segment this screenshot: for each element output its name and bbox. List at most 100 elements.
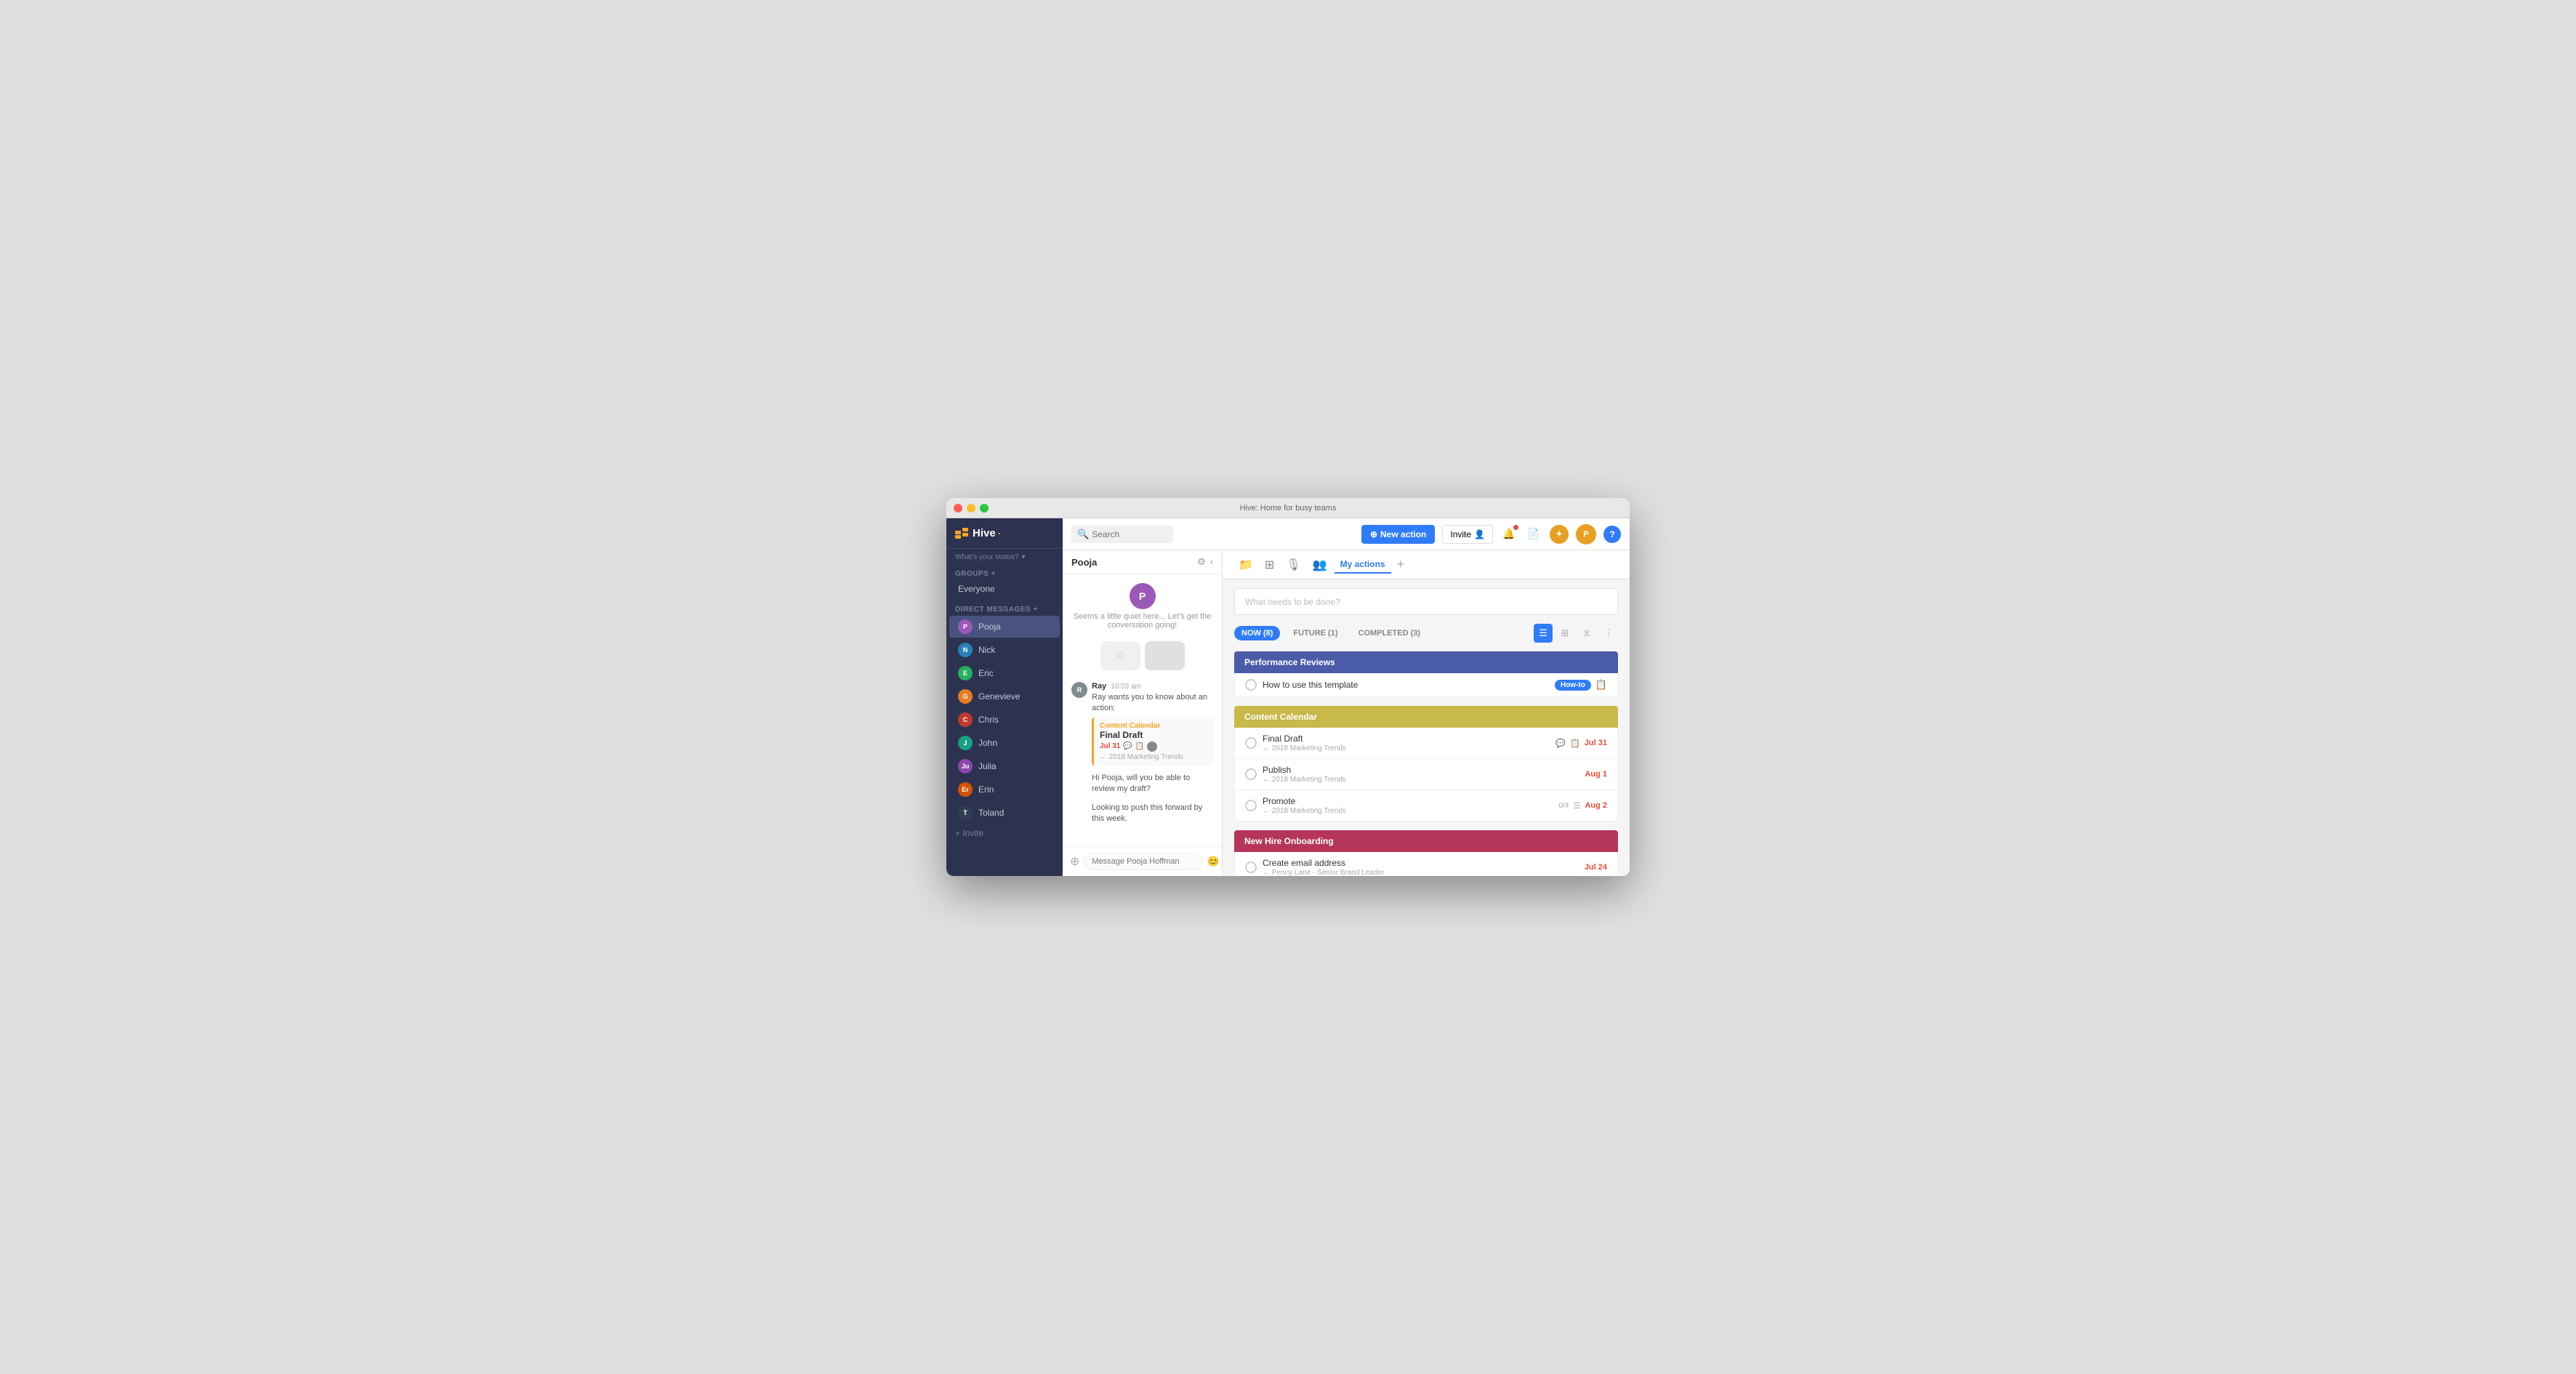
view-icons: ☰ ⊞ ⧖ ⋮ <box>1534 624 1618 643</box>
mic-tab-icon[interactable]: 🎙 <box>1281 555 1305 575</box>
chat-bubble-left: ☺ <box>1100 641 1140 670</box>
action-date-create-email-1: Jul 24 <box>1585 863 1607 872</box>
action-meta-how-to: How-to 📋 <box>1555 679 1607 691</box>
plus-icon[interactable]: ⊕ <box>1070 854 1079 869</box>
action-content-publish: Publish ← 2018 Marketing Trends <box>1263 765 1579 784</box>
project-header-content-calendar[interactable]: Content Calendar <box>1234 706 1618 728</box>
invite-button[interactable]: Invite 👤 <box>1442 525 1493 544</box>
search-input[interactable] <box>1092 529 1167 539</box>
card-date: Jul 31 <box>1100 742 1120 750</box>
new-action-button[interactable]: ⊕ New action <box>1361 525 1435 544</box>
contact-name-toland: Toland <box>978 808 1004 818</box>
contact-name-erin: Erin <box>978 784 994 795</box>
dm-label[interactable]: DIRECT MESSAGES + <box>955 606 1054 614</box>
sidebar-item-chris[interactable]: C Chris <box>949 709 1060 731</box>
action-check-promote[interactable]: ○ <box>1245 800 1257 811</box>
action-meta-create-email-1: Jul 24 <box>1585 863 1607 872</box>
new-action-icon: ⊕ <box>1370 529 1377 539</box>
chat-card[interactable]: Content Calendar Final Draft Jul 31 💬 📋 … <box>1092 718 1213 766</box>
action-item-publish[interactable]: ○ Publish ← 2018 Marketing Trends Aug 1 <box>1234 759 1618 790</box>
list-view-button[interactable]: ☰ <box>1534 624 1553 643</box>
comment-icon-fd: 💬 <box>1555 739 1566 748</box>
back-icon[interactable]: ‹ <box>1210 556 1213 568</box>
user-avatar[interactable]: P <box>1576 524 1596 545</box>
folder-tab-icon[interactable]: 📁 <box>1234 555 1257 575</box>
action-check-final-draft[interactable]: ○ <box>1245 737 1257 749</box>
contact-name-pooja: Pooja <box>978 622 1001 632</box>
project-group-performance-reviews: Performance Reviews ○ How to use this te… <box>1234 651 1618 697</box>
main-window: Hive: Home for busy teams Hive · What's <box>946 498 1630 876</box>
maximize-button[interactable] <box>980 504 989 513</box>
ray-message-text: Ray wants you to know about an action: <box>1092 692 1213 715</box>
invite-link[interactable]: + Invite <box>946 824 1063 842</box>
minimize-button[interactable] <box>967 504 975 513</box>
chat-input[interactable] <box>1084 853 1203 870</box>
chat-intro-text: Seems a little quiet here... Let's get t… <box>1071 612 1213 630</box>
action-meta-final-draft: 💬 📋 Jul 31 <box>1555 739 1607 748</box>
people-tab-icon[interactable]: 👥 <box>1308 555 1332 575</box>
action-title-promote: Promote <box>1263 796 1553 806</box>
sidebar-item-genevieve[interactable]: G Genevieve <box>949 686 1060 707</box>
avatar-genevieve: G <box>958 689 973 704</box>
contact-name-chris: Chris <box>978 715 999 725</box>
sidebar-item-nick[interactable]: N Nick <box>949 639 1060 661</box>
action-item-create-email-1[interactable]: ○ Create email address ← Penny Lane - Se… <box>1234 852 1618 876</box>
more-button[interactable]: ⋮ <box>1599 624 1618 643</box>
contact-name-nick: Nick <box>978 645 995 655</box>
contact-name-john: John <box>978 738 997 748</box>
ray-time: 10:03 am <box>1111 683 1141 691</box>
chat-panel: Pooja ⚙ ‹ P Seems a little quiet here...… <box>1063 550 1223 876</box>
grid-tab-icon[interactable]: ⊞ <box>1260 555 1279 575</box>
followup-text-2: Looking to push this forward by this wee… <box>1092 803 1213 825</box>
sidebar-item-julia[interactable]: Ju Julia <box>949 755 1060 777</box>
notifications-button[interactable]: 🔔 <box>1500 526 1518 543</box>
action-check-publish[interactable]: ○ <box>1245 768 1257 780</box>
status-text: What's your status? <box>955 553 1019 561</box>
settings-icon[interactable]: ⚙ <box>1197 556 1206 568</box>
search-box[interactable]: 🔍 <box>1071 526 1173 543</box>
how-to-badge: How-to <box>1555 680 1591 691</box>
filter-row: NOW (8) FUTURE (1) COMPLETED (3) ☰ ⊞ ⧖ ⋮ <box>1234 624 1618 643</box>
action-check-how-to[interactable]: ○ <box>1245 679 1257 691</box>
chat-header-icons: ⚙ ‹ <box>1197 556 1213 568</box>
project-header-performance-reviews[interactable]: Performance Reviews <box>1234 651 1618 673</box>
sidebar-item-eric[interactable]: E Eric <box>949 662 1060 684</box>
card-assignee-avatar <box>1147 742 1157 752</box>
groups-label[interactable]: GROUPS + <box>955 570 1054 578</box>
filter-button[interactable]: ⧖ <box>1577 624 1596 643</box>
action-check-create-email-1[interactable]: ○ <box>1245 861 1257 873</box>
filter-completed[interactable]: COMPLETED (3) <box>1351 626 1428 640</box>
project-header-new-hire[interactable]: New Hire Onboarding <box>1234 830 1618 852</box>
new-action-label: New action <box>1380 529 1426 539</box>
tab-add[interactable]: + <box>1394 557 1408 572</box>
sidebar-item-pooja[interactable]: P Pooja <box>949 616 1060 638</box>
action-title-publish: Publish <box>1263 765 1579 775</box>
status-bar[interactable]: What's your status? ▾ <box>946 549 1063 566</box>
close-button[interactable] <box>954 504 962 513</box>
filter-future[interactable]: FUTURE (1) <box>1286 626 1345 640</box>
doc-icon: 📋 <box>1135 742 1144 750</box>
hive-logo[interactable]: Hive · <box>955 526 1002 541</box>
document-icon[interactable]: 📄 <box>1525 526 1542 543</box>
sidebar-item-toland[interactable]: T Toland <box>949 802 1060 824</box>
sidebar-item-erin[interactable]: Er Erin <box>949 779 1060 800</box>
emoji-icon[interactable]: 😊 <box>1207 856 1219 867</box>
action-item-how-to[interactable]: ○ How to use this template How-to 📋 <box>1234 673 1618 697</box>
sidebar-item-john[interactable]: J John <box>949 732 1060 754</box>
action-item-final-draft[interactable]: ○ Final Draft ← 2018 Marketing Trends 💬 … <box>1234 728 1618 759</box>
sidebar-item-everyone[interactable]: Everyone <box>949 580 1060 598</box>
everyone-label: Everyone <box>958 584 995 594</box>
action-date-final-draft: Jul 31 <box>1585 739 1607 747</box>
action-item-promote[interactable]: ○ Promote ← 2018 Marketing Trends 0/4 ☰ … <box>1234 790 1618 821</box>
hive-dot: · <box>997 526 1002 541</box>
action-content-promote: Promote ← 2018 Marketing Trends <box>1263 796 1553 815</box>
chat-input-bar: ⊕ 😊 <box>1063 846 1222 876</box>
filter-now[interactable]: NOW (8) <box>1234 626 1280 640</box>
tab-my-actions[interactable]: My actions <box>1335 556 1391 574</box>
grid-view-button[interactable]: ⊞ <box>1555 624 1574 643</box>
add-action-bar[interactable]: What needs to be done? <box>1234 588 1618 615</box>
action-content-how-to: How to use this template <box>1263 680 1549 690</box>
clipboard-icon: 📋 <box>1595 679 1607 691</box>
help-button[interactable]: ? <box>1603 526 1621 543</box>
avatar-toland: T <box>958 805 973 820</box>
